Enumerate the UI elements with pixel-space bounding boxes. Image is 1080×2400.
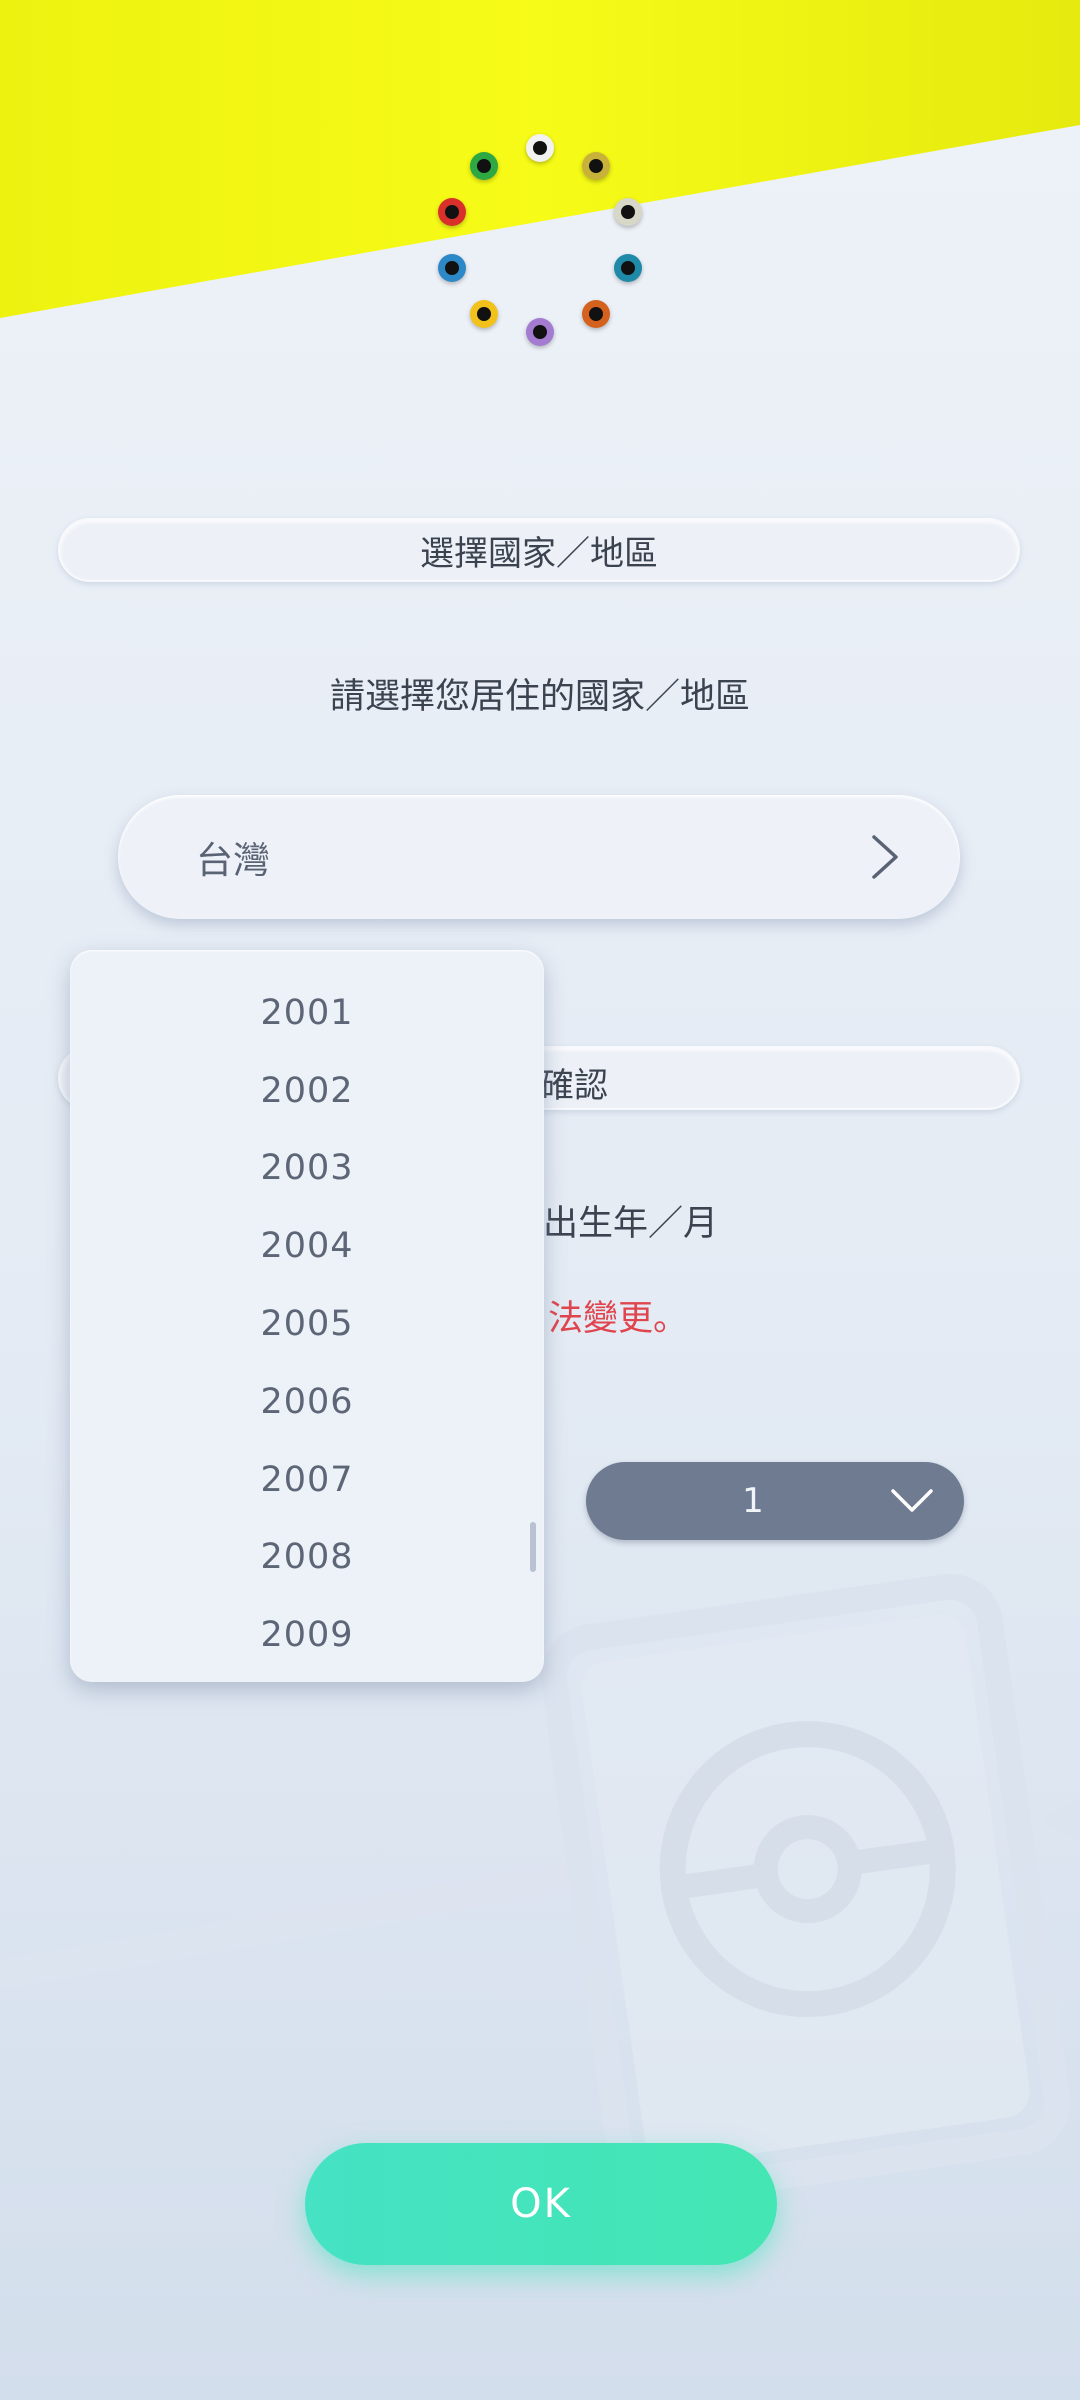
year-option[interactable]: 2009 xyxy=(70,1596,544,1674)
dragon-energy-icon xyxy=(582,152,610,180)
birth-section-title: 確認 xyxy=(540,1066,608,1106)
year-option[interactable]: 2008 xyxy=(70,1519,544,1597)
energy-icon-ring xyxy=(420,120,660,360)
lightning-energy-icon xyxy=(470,300,498,328)
water-energy-icon-2 xyxy=(438,254,466,282)
selected-country: 台灣 xyxy=(196,839,270,882)
month-value: 1 xyxy=(742,1481,764,1521)
fairy-energy-icon xyxy=(614,198,642,226)
dropdown-scrollbar[interactable] xyxy=(530,1522,536,1572)
chevron-down-icon xyxy=(891,1489,933,1512)
psychic-energy-icon xyxy=(526,318,554,346)
ok-button-label: OK xyxy=(510,2181,572,2227)
country-prompt: 請選擇您居住的國家／地區 xyxy=(329,677,750,717)
birth-prompt: 出生年／月 xyxy=(543,1204,719,1244)
year-option[interactable]: 2006 xyxy=(70,1363,544,1441)
year-option[interactable]: 2005 xyxy=(70,1285,544,1363)
ok-button[interactable]: OK xyxy=(305,2143,777,2265)
year-option[interactable]: 2004 xyxy=(70,1207,544,1285)
year-option[interactable]: 2002 xyxy=(70,1052,544,1130)
country-section-title: 選擇國家／地區 xyxy=(420,533,658,574)
chevron-right-icon xyxy=(872,835,898,879)
country-select[interactable]: 台灣 xyxy=(118,795,960,919)
country-section-title-bar: 選擇國家／地區 xyxy=(58,518,1020,582)
year-option[interactable]: 2003 xyxy=(70,1130,544,1208)
grass-energy-icon xyxy=(470,152,498,180)
birth-notice: 法變更。 xyxy=(548,1299,689,1339)
water-energy-icon xyxy=(614,254,642,282)
fire-energy-icon xyxy=(438,198,466,226)
year-dropdown[interactable]: 2001 2002 2003 2004 2005 2006 2007 2008 … xyxy=(70,950,544,1682)
colorless-energy-icon xyxy=(526,134,554,162)
fighting-energy-icon xyxy=(582,300,610,328)
year-option[interactable]: 2007 xyxy=(70,1441,544,1519)
month-select[interactable]: 1 xyxy=(586,1462,964,1540)
year-option[interactable]: 2001 xyxy=(70,974,544,1052)
